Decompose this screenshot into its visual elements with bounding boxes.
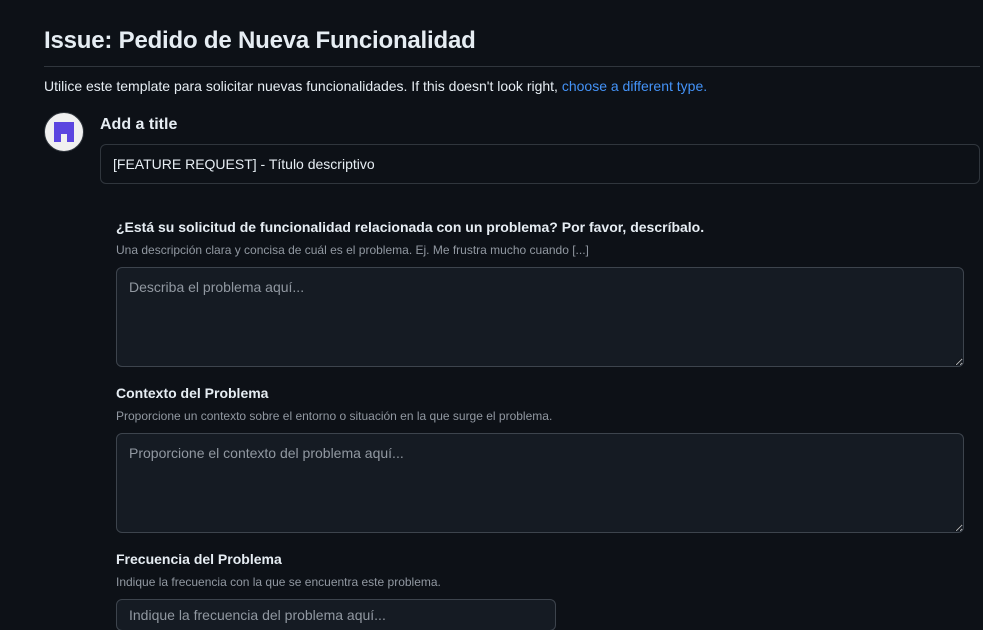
frequency-field-label: Frecuencia del Problema — [116, 551, 282, 567]
template-description: Utilice este template para solicitar nue… — [44, 78, 707, 94]
problem-frequency-input[interactable] — [116, 599, 556, 630]
context-field-label: Contexto del Problema — [116, 385, 269, 401]
add-title-label: Add a title — [100, 116, 178, 133]
problem-field-description: Una descripción clara y concisa de cuál … — [116, 243, 589, 257]
user-avatar[interactable] — [44, 112, 84, 152]
context-field-description: Proporcione un contexto sobre el entorno… — [116, 409, 553, 423]
problem-field-label: ¿Está su solicitud de funcionalidad rela… — [116, 219, 705, 235]
template-description-text: Utilice este template para solicitar nue… — [44, 78, 558, 94]
title-divider — [44, 66, 980, 67]
problem-context-textarea[interactable] — [116, 433, 964, 533]
frequency-field-description: Indique la frecuencia con la que se encu… — [116, 575, 441, 589]
issue-title-input[interactable] — [100, 144, 980, 184]
problem-description-textarea[interactable] — [116, 267, 964, 367]
choose-different-type-link[interactable]: choose a different type. — [562, 78, 707, 94]
user-avatar-icon — [54, 122, 74, 142]
issue-form-page: Issue: Pedido de Nueva Funcionalidad Uti… — [0, 0, 983, 630]
page-title: Issue: Pedido de Nueva Funcionalidad — [44, 27, 476, 54]
